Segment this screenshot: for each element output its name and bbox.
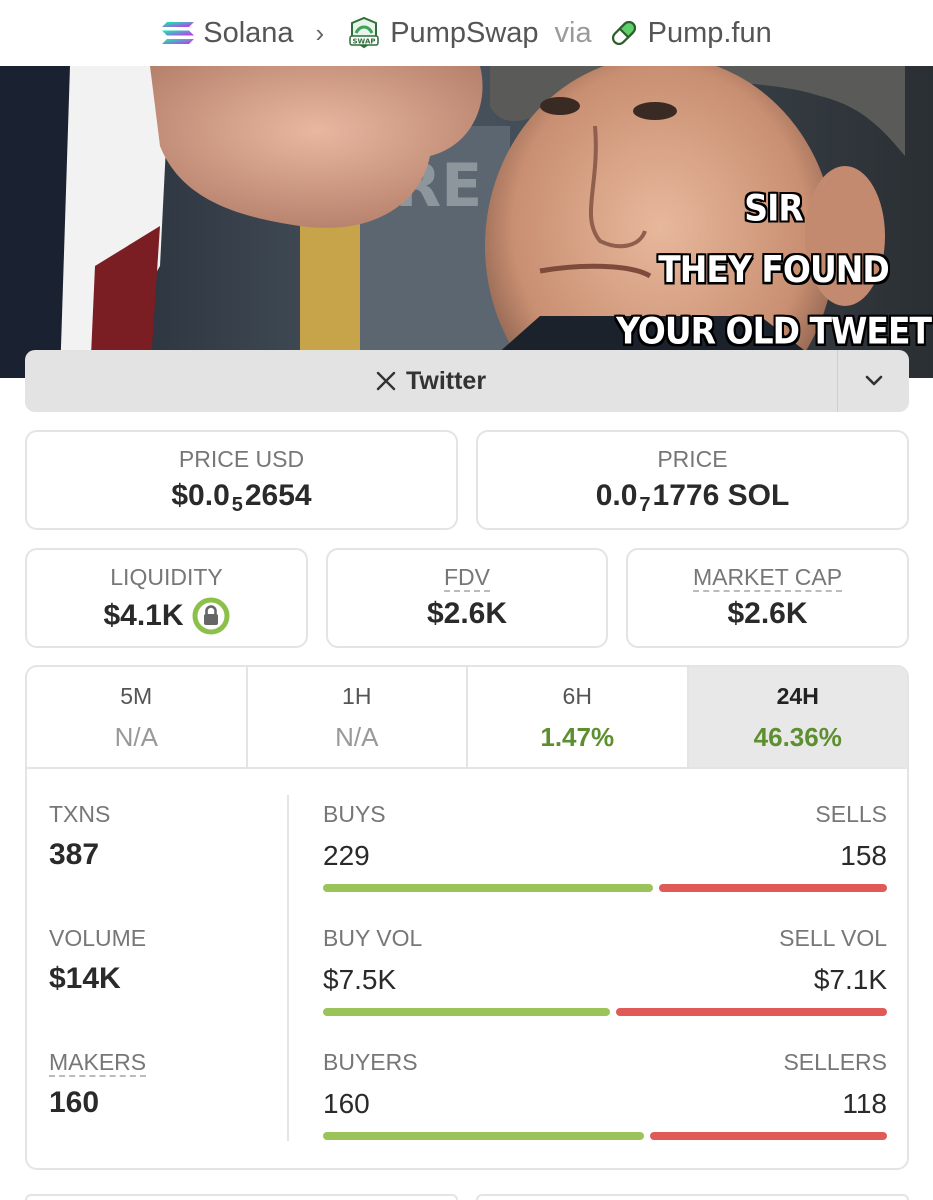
column-divider <box>287 795 289 1141</box>
makers-ratio-bar <box>323 1132 887 1140</box>
price-usd-zero-count: 5 <box>231 493 243 516</box>
social-links-dropdown-button[interactable] <box>837 350 909 412</box>
txns-label: TXNS <box>49 801 111 827</box>
breadcrumb-dex-label: PumpSwap <box>390 16 539 49</box>
liquidity-value: $4.1K <box>103 599 184 632</box>
buy-bar <box>323 1008 610 1016</box>
social-links-bar: Twitter <box>25 350 909 412</box>
price-usd-card: PRICE USD $0.0 5 2654 <box>25 430 458 530</box>
solana-icon <box>162 22 195 44</box>
price-usd-digits: 2654 <box>244 479 312 512</box>
tab-1h[interactable]: 1H N/A <box>248 667 468 767</box>
breadcrumb-dex[interactable]: SWAP PumpSwap <box>346 15 539 51</box>
sell-bar <box>616 1008 887 1016</box>
pill-icon <box>611 20 636 46</box>
x-logo-icon <box>376 371 396 391</box>
fdv-value: $2.6K <box>426 597 508 630</box>
tab-change: 1.47% <box>540 722 615 752</box>
makers-label: MAKERS <box>49 1049 147 1077</box>
timeframe-stats-panel: 5M N/A 1H N/A 6H 1.47% 24H 46.36% TXNS 3… <box>25 665 909 1170</box>
breadcrumb-chain[interactable]: Solana <box>161 16 294 50</box>
price-usd-label: PRICE USD <box>178 446 305 472</box>
meme-line: THEY FOUND <box>658 248 889 291</box>
meme-caption: SIR THEY FOUND YOUR OLD TWEET <box>616 178 932 363</box>
volume-split: BUY VOL SELL VOL $7.5K $7.1K <box>323 925 887 1016</box>
liquidity-value-row: $4.1K <box>27 597 306 635</box>
price-native-card: PRICE 0.0 7 1776 SOL <box>476 430 909 530</box>
chevron-right-icon: › <box>315 17 325 48</box>
buy-bar <box>323 884 653 892</box>
price-native-value: 0.0 7 1776 SOL <box>478 479 907 516</box>
breadcrumb-launchpad-label: Pump.fun <box>647 16 772 49</box>
breadcrumb-chain-label: Solana <box>203 16 294 49</box>
tab-label: 6H <box>562 683 592 709</box>
twitter-label: Twitter <box>405 366 487 395</box>
pumpswap-icon: SWAP <box>349 16 379 49</box>
makers-label-wrap: MAKERS <box>49 1049 147 1077</box>
makers-value: 160 <box>49 1086 100 1119</box>
sell-vol-value: $7.1K <box>813 964 887 995</box>
buyers-value: 160 <box>323 1088 370 1119</box>
timeframe-tabs: 5M N/A 1H N/A 6H 1.47% 24H 46.36% <box>27 667 907 769</box>
buy-vol-value: $7.5K <box>323 964 397 995</box>
token-banner-image: RE SIR THEY FOUND YOUR OLD TWEET <box>0 66 933 378</box>
buys-sells-split: BUYS SELLS 229 158 <box>323 801 887 892</box>
buy-bar <box>323 1132 644 1140</box>
pumpswap-badge-text: SWAP <box>353 38 376 46</box>
volume-label: VOLUME <box>49 925 147 951</box>
volume-ratio-bar <box>323 1008 887 1016</box>
txns-value: 387 <box>49 838 100 871</box>
sell-vol-label: SELL VOL <box>779 925 887 951</box>
buys-sells-ratio-bar <box>323 884 887 892</box>
makers-stat[interactable]: MAKERS 160 <box>49 1049 147 1120</box>
tab-change: 46.36% <box>753 722 842 752</box>
price-native-label: PRICE <box>657 446 728 472</box>
sells-value: 158 <box>840 840 887 871</box>
sells-label: SELLS <box>815 801 887 827</box>
market-cap-card[interactable]: MARKET CAP $2.6K <box>626 548 909 648</box>
tab-5m[interactable]: 5M N/A <box>27 667 248 767</box>
tab-label: 24H <box>776 683 819 709</box>
volume-stat: VOLUME $14K <box>49 925 146 996</box>
liquidity-card: LIQUIDITY $4.1K <box>25 548 308 648</box>
buyers-label: BUYERS <box>323 1049 418 1075</box>
buy-vol-label: BUY VOL <box>323 925 423 951</box>
market-cap-value: $2.6K <box>727 597 808 630</box>
tab-label: 1H <box>342 683 372 709</box>
tab-change: N/A <box>335 722 379 752</box>
meme-line: SIR <box>744 186 803 230</box>
price-usd-value: $0.0 5 2654 <box>27 479 456 516</box>
market-cap-label-wrap: MARKET CAP <box>628 564 907 592</box>
makers-split: BUYERS SELLERS 160 118 <box>323 1049 887 1140</box>
breadcrumb-via: via <box>554 16 592 49</box>
price-native-digits: 1776 SOL <box>652 479 790 512</box>
sellers-label: SELLERS <box>783 1049 887 1075</box>
tab-6h[interactable]: 6H 1.47% <box>468 667 689 767</box>
sell-bar <box>659 884 887 892</box>
tab-change: N/A <box>114 722 158 752</box>
sell-bar <box>650 1132 887 1140</box>
next-card-partial <box>476 1194 909 1200</box>
twitter-link-button[interactable]: Twitter <box>25 350 837 412</box>
buys-label: BUYS <box>323 801 386 827</box>
price-usd-prefix: $0.0 <box>171 479 230 512</box>
price-native-zero-count: 7 <box>639 493 651 516</box>
breadcrumb: Solana › SWAP PumpSwap via Pump.fun <box>0 0 933 66</box>
market-cap-label: MARKET CAP <box>692 564 843 592</box>
next-card-partial <box>25 1194 458 1200</box>
txns-stat: TXNS 387 <box>49 801 110 872</box>
buys-value: 229 <box>323 840 370 871</box>
fdv-label: FDV <box>444 564 490 592</box>
breadcrumb-launchpad[interactable]: Pump.fun <box>608 17 772 50</box>
fdv-label-wrap: FDV <box>328 564 606 592</box>
volume-value: $14K <box>49 962 121 995</box>
price-native-prefix: 0.0 <box>595 479 638 512</box>
tab-24h[interactable]: 24H 46.36% <box>688 667 907 767</box>
chevron-down-icon <box>865 375 882 386</box>
sellers-value: 118 <box>842 1088 887 1119</box>
fdv-card[interactable]: FDV $2.6K <box>326 548 608 648</box>
lock-icon[interactable] <box>192 597 230 635</box>
liquidity-label: LIQUIDITY <box>110 564 223 590</box>
tab-label: 5M <box>120 683 153 709</box>
